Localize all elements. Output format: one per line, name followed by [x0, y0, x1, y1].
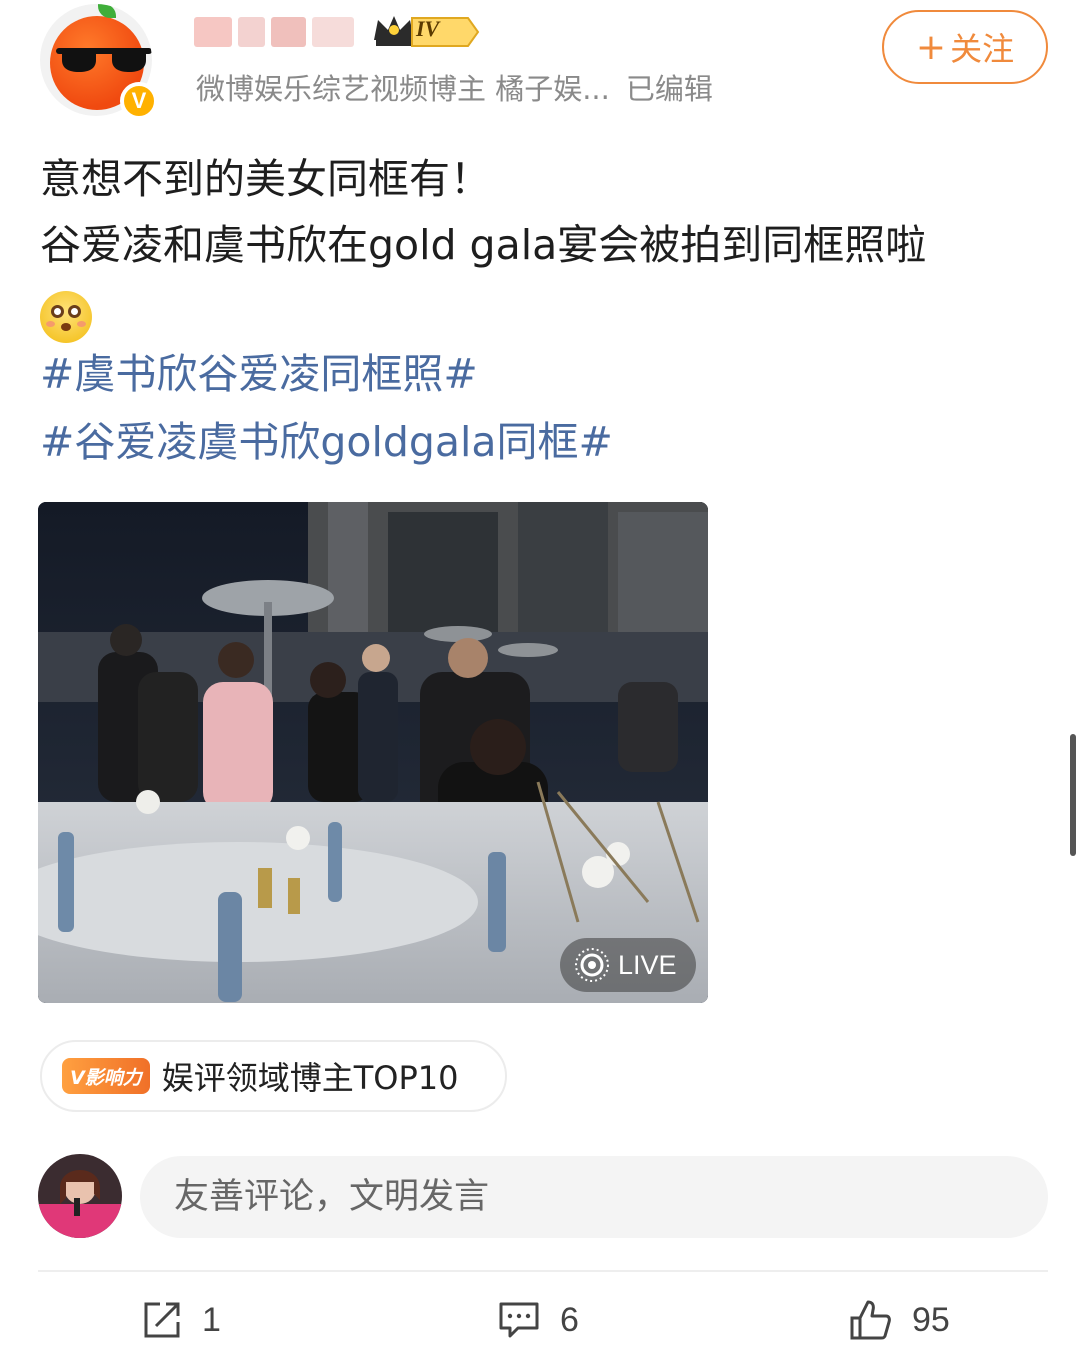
post-body: 意想不到的美女同框有！ 谷爱凌和虞书欣在gold gala宴会被拍到同框照啦 [40, 146, 926, 344]
divider [38, 1270, 1048, 1272]
verified-v-icon: V [120, 82, 158, 120]
author-description: 微博娱乐综艺视频博主 橘子娱... [196, 72, 610, 106]
post-photo[interactable] [38, 502, 708, 1003]
thumbs-up-icon [850, 1300, 891, 1340]
username-blurred[interactable] [194, 14, 354, 50]
share-button[interactable]: 1 [142, 1296, 221, 1344]
post-line-2: 谷爱凌和虞书欣在gold gala宴会被拍到同框照啦 [40, 221, 927, 269]
influence-text: 娱评领域博主TOP10 [161, 1059, 459, 1097]
follow-label: 关注 [950, 31, 1015, 67]
live-photo-icon [575, 948, 609, 982]
author-subtitle: 微博娱乐综艺视频博主 橘子娱... 已编辑 [196, 66, 713, 108]
like-button[interactable]: 95 [848, 1296, 950, 1344]
pleading-face-emoji-icon [40, 291, 92, 343]
level-text: IV [416, 16, 440, 41]
influence-tag[interactable]: V影响力 娱评领域博主TOP10 [40, 1040, 507, 1112]
live-label: LIVE [618, 949, 677, 980]
user-avatar-image [38, 1154, 122, 1238]
sunglasses-graphic [56, 48, 152, 72]
comment-input[interactable] [140, 1156, 1048, 1238]
follow-button[interactable]: + 关注 [882, 10, 1048, 84]
author-avatar[interactable]: V [40, 4, 158, 120]
current-user-avatar[interactable] [38, 1154, 122, 1238]
hashtag-2[interactable]: #谷爱凌虞书欣goldgala同框# [40, 408, 613, 468]
hashtag-1[interactable]: #虞书欣谷爱凌同框照# [40, 340, 478, 400]
level-badge: IV [372, 12, 480, 50]
scrollbar[interactable] [1070, 734, 1076, 856]
comment-icon [499, 1302, 539, 1338]
comment-count: 6 [560, 1300, 579, 1339]
live-photo-badge[interactable]: LIVE [560, 938, 696, 992]
share-count: 1 [202, 1300, 221, 1339]
comment-button[interactable]: 6 [498, 1296, 579, 1344]
edited-label[interactable]: 已编辑 [626, 72, 713, 106]
plus-icon: + [915, 26, 947, 68]
influence-badge: V影响力 [62, 1058, 150, 1094]
gala-scene-image [38, 502, 708, 1003]
share-icon [144, 1302, 180, 1338]
like-count: 95 [912, 1300, 950, 1339]
post-line-1: 意想不到的美女同框有！ [40, 155, 491, 203]
